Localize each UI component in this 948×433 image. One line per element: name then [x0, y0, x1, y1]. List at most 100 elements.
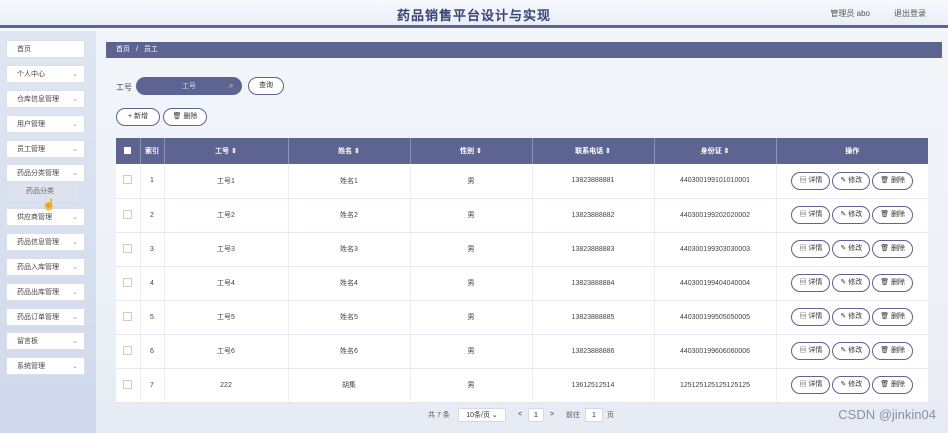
detail-button[interactable]: ▤ 详情	[791, 376, 831, 394]
cell-name: 姓名2	[288, 198, 411, 233]
delete-button[interactable]: 🗑 删除	[163, 108, 207, 126]
row-checkbox[interactable]	[123, 277, 133, 287]
chevron-down-icon: ⌄	[72, 170, 78, 177]
cell-index: 6	[140, 334, 165, 369]
sidebar-item-warehouse[interactable]: 仓库信息管理 ⌄	[6, 90, 85, 108]
row-select[interactable]	[116, 368, 141, 403]
edit-button[interactable]: ✎ 修改	[832, 206, 871, 224]
row-checkbox[interactable]	[123, 379, 133, 389]
row-checkbox[interactable]	[123, 209, 133, 219]
row-select[interactable]	[116, 198, 141, 233]
sidebar-item-drug-outbound[interactable]: 药品出库管理 ⌄	[6, 283, 85, 301]
add-button[interactable]: + 新增	[116, 108, 160, 126]
search-label: 工号	[116, 83, 132, 92]
cell-index: 7	[140, 368, 165, 403]
app-title: 药品销售平台设计与实现	[396, 8, 551, 23]
cell-id-card: 440300199101010001	[654, 164, 777, 199]
row-select[interactable]	[116, 266, 141, 301]
table-row: 4 工号4 姓名4 男 13823888884 440300199404040004 ▤ 详…	[116, 266, 928, 301]
logout-link[interactable]: 退出登录	[894, 8, 926, 19]
delete-row-button[interactable]: 🗑 删除	[872, 206, 914, 224]
chevron-down-icon: ⌄	[72, 314, 78, 321]
detail-button[interactable]: ▤ 详情	[791, 206, 831, 224]
cell-index: 4	[140, 266, 165, 301]
next-page-button[interactable]: >	[545, 408, 559, 422]
cell-actions: ▤ 详情 ✎ 修改 🗑 删除	[776, 300, 928, 335]
chevron-down-icon: ⌄	[72, 146, 78, 153]
sidebar-item-home[interactable]: 首页	[6, 40, 85, 58]
page-1-button[interactable]: 1	[528, 408, 544, 422]
delete-row-button[interactable]: 🗑 删除	[872, 274, 914, 292]
col-employee-id[interactable]: 工号 ⇕	[164, 138, 289, 164]
row-select[interactable]	[116, 232, 141, 267]
cell-employee-id: 工号3	[164, 232, 289, 267]
cell-phone: 13612512514	[532, 368, 655, 403]
table-row: 2 工号2 姓名2 男 13823888882 440300199202020002 ▤ 详…	[116, 198, 928, 233]
detail-button[interactable]: ▤ 详情	[791, 274, 831, 292]
row-select[interactable]	[116, 164, 141, 199]
col-id-card[interactable]: 身份证 ⇕	[654, 138, 777, 164]
edit-button[interactable]: ✎ 修改	[832, 342, 871, 360]
query-button[interactable]: 查询	[248, 77, 284, 95]
search-icon: ⌕	[229, 81, 234, 90]
sidebar-item-drug-category[interactable]: 药品分类管理 ⌄	[6, 164, 85, 182]
delete-row-button[interactable]: 🗑 删除	[872, 240, 914, 258]
edit-button[interactable]: ✎ 修改	[832, 308, 871, 326]
detail-button[interactable]: ▤ 详情	[791, 308, 831, 326]
prev-page-button[interactable]: <	[513, 408, 527, 422]
cell-name: 姓名6	[288, 334, 411, 369]
detail-button[interactable]: ▤ 详情	[791, 240, 831, 258]
delete-row-button[interactable]: 🗑 删除	[872, 376, 914, 394]
goto-label: 前往	[566, 412, 580, 419]
sidebar-item-system[interactable]: 系统管理 ⌄	[6, 357, 85, 375]
search-input[interactable]	[136, 77, 242, 95]
hand-cursor-icon: ☝	[42, 199, 56, 211]
detail-button[interactable]: ▤ 详情	[791, 171, 831, 190]
col-sex[interactable]: 性别 ⇕	[410, 138, 533, 164]
cell-actions: ▤ 详情 ✎ 修改 🗑 删除	[776, 198, 928, 233]
page-size-select[interactable]: 10条/页 ⌄	[458, 408, 506, 422]
sidebar-item-message-board[interactable]: 留言板 ⌄	[6, 332, 85, 350]
watermark: CSDN @jinkin04	[838, 407, 936, 422]
row-select[interactable]	[116, 334, 141, 369]
breadcrumb-home[interactable]: 首页	[116, 46, 130, 53]
delete-row-button[interactable]: 🗑 删除	[872, 342, 914, 360]
cell-id-card: 440300199404040004	[654, 266, 777, 301]
row-checkbox[interactable]	[123, 311, 133, 321]
delete-row-button[interactable]: 🗑 删除	[872, 308, 914, 326]
breadcrumb: 首页 / 员工	[106, 42, 942, 58]
sidebar-item-drug-order[interactable]: 药品订单管理 ⌄	[6, 308, 85, 326]
sidebar-item-user[interactable]: 用户管理 ⌄	[6, 115, 85, 133]
trash-icon: 🗑	[880, 381, 892, 388]
edit-button[interactable]: ✎ 修改	[832, 274, 871, 292]
cell-id-card: 440300199505050005	[654, 300, 777, 335]
cell-index: 5	[140, 300, 165, 335]
col-phone[interactable]: 联系电话 ⇕	[532, 138, 655, 164]
cell-index: 3	[140, 232, 165, 267]
sidebar-item-drug-inbound[interactable]: 药品入库管理 ⌄	[6, 258, 85, 276]
detail-button[interactable]: ▤ 详情	[791, 342, 831, 360]
cell-sex: 男	[410, 198, 533, 233]
goto-page-input[interactable]: 1	[585, 408, 603, 422]
row-checkbox[interactable]	[123, 243, 133, 253]
edit-button[interactable]: ✎ 修改	[832, 240, 871, 258]
edit-button[interactable]: ✎ 修改	[832, 376, 871, 394]
col-name[interactable]: 姓名 ⇕	[288, 138, 411, 164]
cell-phone: 13823888882	[532, 198, 655, 233]
sidebar-item-drug-info[interactable]: 药品信息管理 ⌄	[6, 233, 85, 251]
trash-icon: 🗑	[880, 245, 892, 252]
table-row: 7 222 胡集男 13612512514 125125125125125125 ▤ 详情…	[116, 368, 928, 403]
table-header-row: 索引 工号 ⇕ 姓名 ⇕ 性别 ⇕ 联系电话 ⇕ 身份证 ⇕ 操作	[116, 138, 928, 164]
cell-phone: 13823888886	[532, 334, 655, 369]
chevron-down-icon: ⌄	[72, 338, 78, 345]
row-select[interactable]	[116, 300, 141, 335]
sidebar-item-personal-center[interactable]: 个人中心 ⌄	[6, 65, 85, 83]
row-checkbox[interactable]	[123, 345, 133, 355]
row-checkbox[interactable]	[123, 175, 133, 185]
trash-icon: 🗑	[880, 211, 892, 218]
chevron-down-icon: ⌄	[72, 264, 78, 271]
sidebar-item-employee[interactable]: 员工管理 ⌄	[6, 140, 85, 158]
edit-button[interactable]: ✎ 修改	[832, 171, 871, 190]
select-all-checkbox[interactable]	[116, 138, 141, 164]
delete-row-button[interactable]: 🗑 删除	[872, 171, 914, 190]
